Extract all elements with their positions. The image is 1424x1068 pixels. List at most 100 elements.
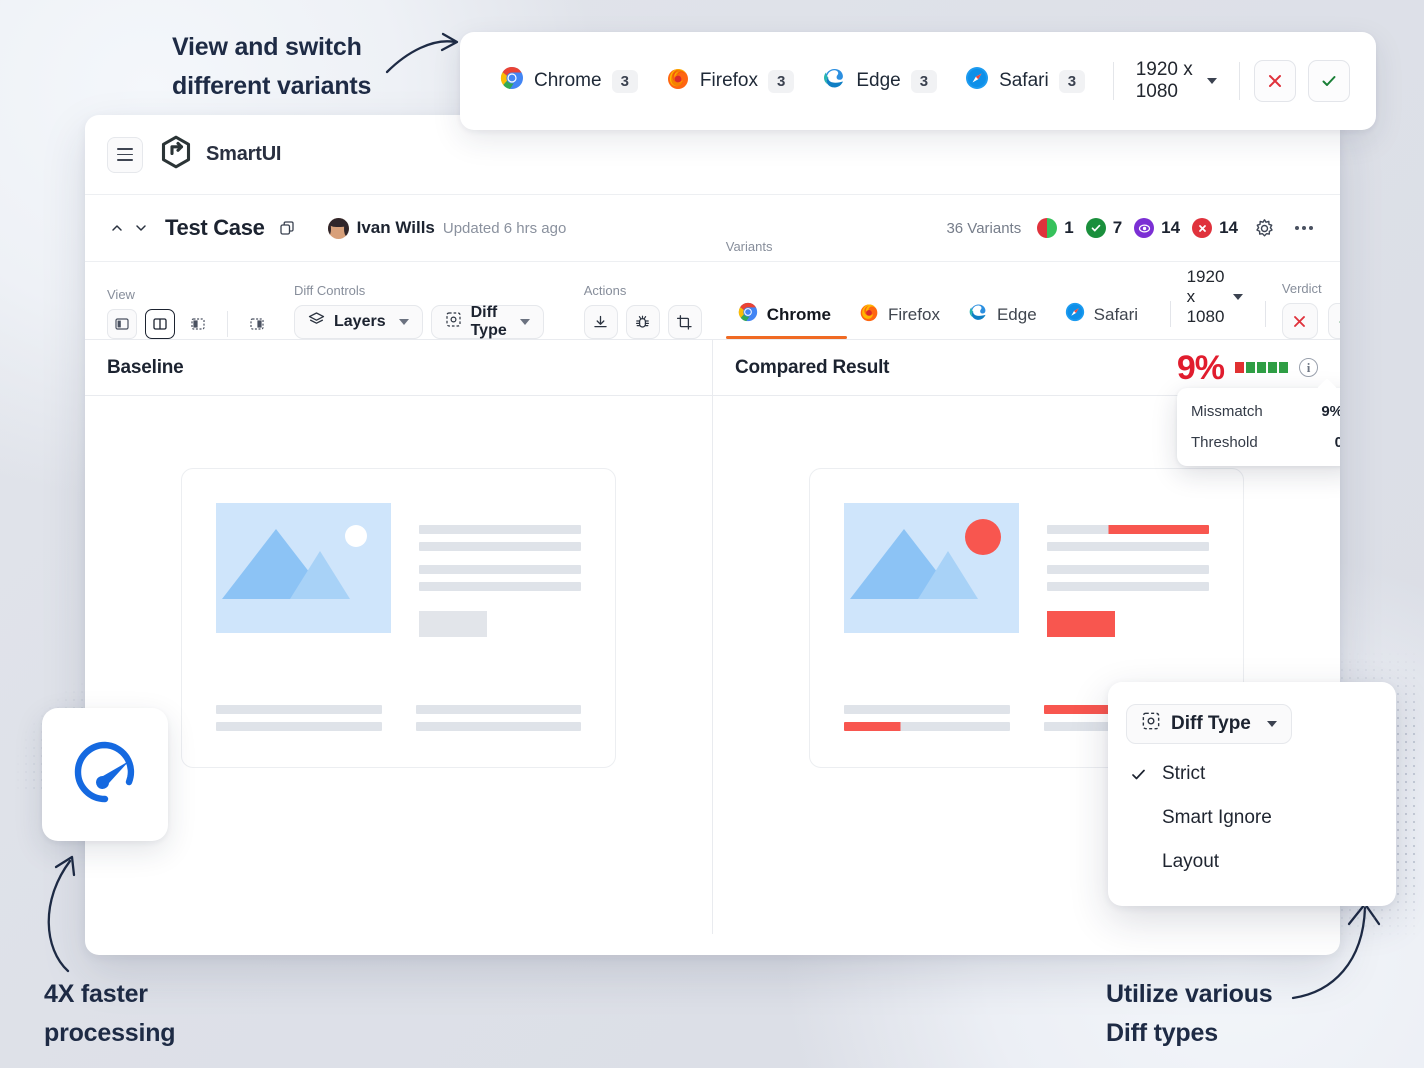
tab-firefox[interactable]: Firefox	[847, 296, 956, 339]
mountain-shape-2	[918, 551, 978, 599]
safari-icon	[965, 66, 989, 96]
tab-chrome[interactable]: Chrome	[725, 296, 848, 339]
view-group: View	[107, 287, 272, 339]
check-icon	[1130, 766, 1148, 783]
tab-safari[interactable]: Safari	[1053, 296, 1154, 339]
variant-chip-count: 3	[611, 69, 638, 93]
hamburger-menu-button[interactable]	[107, 136, 143, 173]
text-line	[419, 582, 581, 591]
variant-chip-firefox[interactable]: Firefox 3	[652, 60, 808, 102]
variant-chip-count: 3	[1058, 69, 1086, 93]
variant-chip-chrome[interactable]: Chrome 3	[486, 60, 652, 102]
resolution-value: 1920 x 1080	[1135, 59, 1193, 102]
edge-icon	[968, 302, 988, 327]
text-line	[1047, 565, 1209, 574]
reject-button[interactable]	[1254, 60, 1296, 102]
sun-circle-diff	[965, 519, 1001, 555]
mismatch-segment-bar	[1235, 362, 1288, 373]
bug-icon	[636, 315, 650, 328]
avatar	[327, 217, 349, 239]
updated-timestamp: Updated 6 hrs ago	[442, 219, 567, 237]
chevron-down-icon	[1207, 78, 1218, 84]
download-icon	[594, 315, 607, 327]
actions-label: Actions	[583, 283, 627, 298]
text-line-diff	[844, 722, 1010, 731]
more-horizontal-icon[interactable]	[1290, 214, 1318, 242]
resolution-dropdown[interactable]: 1920 x 1080	[1128, 53, 1226, 109]
variant-chip-count: 3	[768, 69, 795, 93]
prev-testcase-button[interactable]	[107, 218, 127, 238]
variant-chip-safari[interactable]: Safari 3	[951, 60, 1099, 102]
arrow-to-variants-icon	[385, 32, 459, 74]
chrome-icon	[738, 302, 758, 327]
button-placeholder-diff	[1047, 611, 1115, 637]
chevron-down-icon	[1233, 294, 1244, 300]
variant-chip-edge[interactable]: Edge 3	[808, 60, 951, 102]
copy-icon[interactable]	[279, 220, 296, 237]
button-placeholder	[419, 611, 487, 637]
crop-button[interactable]	[667, 305, 702, 339]
speed-badge-card	[42, 708, 168, 841]
layers-dropdown[interactable]: Layers	[294, 305, 423, 339]
toolbar-resolution-dropdown[interactable]: 1920 x 1080	[1187, 261, 1250, 339]
diff-option-smart-ignore-label: Smart Ignore	[1162, 807, 1272, 828]
tooltip-row-threshold: Threshold 0	[1191, 427, 1340, 458]
layers-icon	[308, 311, 325, 333]
baseline-image-placeholder	[216, 503, 391, 633]
actions-group: Actions	[583, 283, 702, 339]
text-line	[419, 525, 581, 534]
toolbar-divider-2	[1265, 301, 1266, 327]
approve-button[interactable]	[1308, 60, 1350, 102]
badge-approved: 7	[1085, 218, 1122, 238]
variants-label: Variants	[725, 239, 773, 254]
variant-bar-divider-2	[1239, 62, 1240, 100]
diff-type-label: Diff Type	[470, 304, 507, 339]
text-line	[844, 705, 1010, 714]
gear-icon[interactable]	[1250, 214, 1278, 242]
variant-chip-label: Chrome	[534, 70, 602, 91]
chevron-down-icon	[1267, 721, 1277, 727]
text-line	[1047, 582, 1209, 591]
tooltip-row-mismatch: Missmatch 9%	[1191, 396, 1340, 427]
verdict-reject-button[interactable]	[1281, 303, 1318, 339]
diff-type-dropdown[interactable]: Diff Type	[430, 304, 544, 339]
check-icon	[1339, 321, 1340, 322]
download-button[interactable]	[583, 305, 618, 339]
testcase-stats: 36 Variants 1 7 14 14	[946, 214, 1318, 242]
baseline-body	[85, 396, 712, 934]
baseline-title: Baseline	[107, 356, 184, 378]
diff-option-strict[interactable]: Strict	[1108, 752, 1396, 796]
author-info: Ivan Wills Updated 6 hrs ago	[327, 217, 567, 239]
badge-review-value: 14	[1161, 218, 1181, 237]
tooltip-mismatch-label: Missmatch	[1191, 403, 1263, 420]
layers-label: Layers	[334, 313, 386, 330]
annotation-diff-types: Utilize various Diff types	[1106, 980, 1273, 1047]
check-icon	[1322, 76, 1336, 86]
brand-name: SmartUI	[206, 143, 282, 165]
text-line-diff	[1047, 525, 1209, 534]
diff-option-layout[interactable]: Layout	[1108, 840, 1396, 884]
bug-button[interactable]	[625, 305, 660, 339]
brand: SmartUI	[159, 135, 281, 174]
smartui-logo-icon	[159, 135, 193, 174]
verdict-approve-button[interactable]	[1327, 303, 1340, 339]
annotation-variants: View and switch different variants	[172, 33, 372, 100]
tab-firefox-label: Firefox	[887, 304, 940, 324]
tooltip-threshold-value: 0	[1334, 434, 1340, 451]
firefox-icon	[666, 66, 690, 96]
text-line	[415, 705, 581, 714]
view-side-by-side-button[interactable]	[145, 309, 175, 339]
edge-icon	[822, 66, 846, 96]
view-onion-left-button[interactable]	[183, 309, 213, 339]
info-icon[interactable]: i	[1299, 358, 1318, 377]
view-group-label: View	[107, 287, 135, 302]
diff-option-smart-ignore[interactable]: Smart Ignore	[1108, 796, 1396, 840]
view-baseline-only-button[interactable]	[107, 309, 137, 339]
variant-bar-divider	[1113, 62, 1114, 100]
diff-type-popup-button[interactable]: Diff Type	[1126, 704, 1292, 744]
view-onion-right-button[interactable]	[242, 309, 272, 339]
next-testcase-button[interactable]	[131, 218, 151, 238]
tab-edge[interactable]: Edge	[956, 296, 1053, 339]
baseline-header: Baseline	[85, 340, 712, 396]
chevron-down-icon	[519, 319, 530, 325]
